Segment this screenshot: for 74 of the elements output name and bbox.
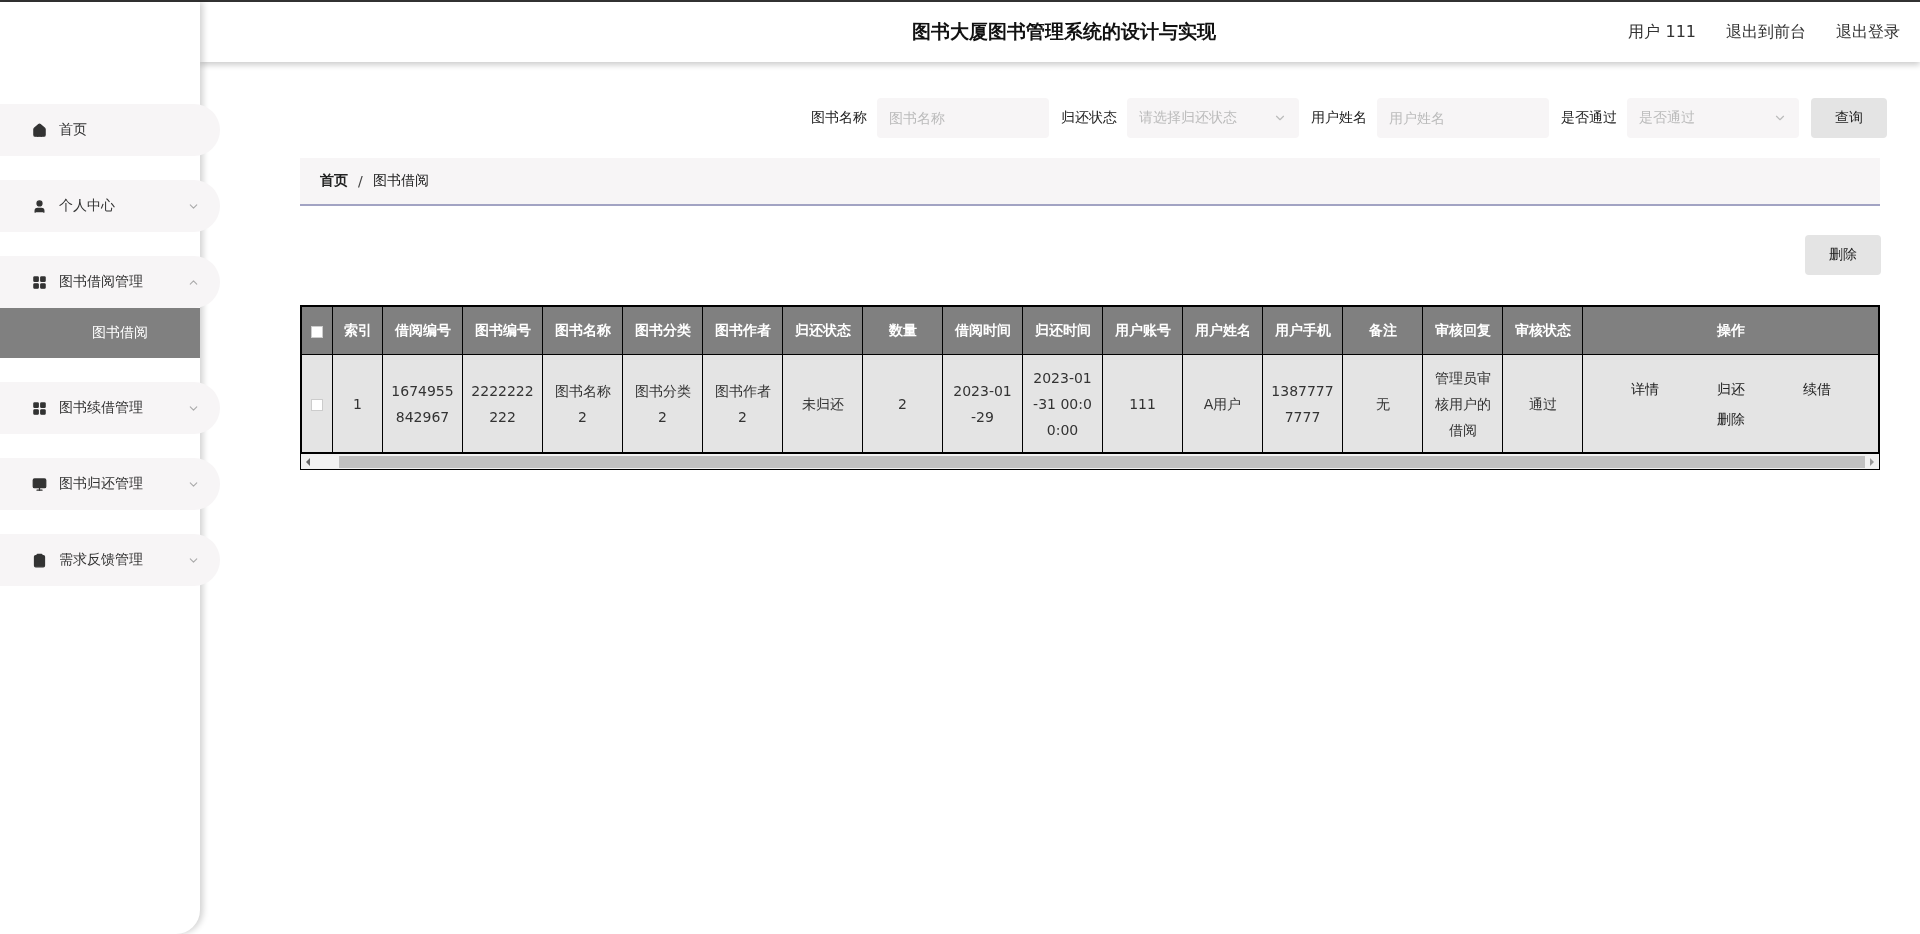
field-label: 图书名称 — [811, 109, 867, 127]
column-header: 借阅时间 — [942, 306, 1023, 355]
column-header: 审核回复 — [1422, 306, 1503, 355]
table-cell: 通过 — [1502, 354, 1583, 453]
field-label: 归还状态 — [1061, 109, 1117, 127]
sidebar-item[interactable]: 首页 — [0, 104, 220, 156]
horizontal-scrollbar[interactable] — [301, 453, 1879, 469]
column-header: 用户手机 — [1262, 306, 1343, 355]
field-label: 用户姓名 — [1311, 109, 1367, 127]
column-header: 操作 — [1582, 306, 1879, 355]
monitor-icon — [32, 476, 47, 492]
home-icon — [32, 122, 47, 138]
table-cell: 图书分类2 — [622, 354, 703, 453]
table-cell: 111 — [1102, 354, 1183, 453]
sidebar-item-label: 需求反馈管理 — [59, 551, 144, 569]
header-link[interactable]: 用户 111 — [1628, 21, 1696, 43]
grid-icon — [32, 274, 47, 290]
column-header: 备注 — [1342, 306, 1423, 355]
table-cell: 未归还 — [782, 354, 863, 453]
column-header: 用户姓名 — [1182, 306, 1263, 355]
column-header: 图书编号 — [462, 306, 543, 355]
submenu-item[interactable]: 图书借阅 — [0, 308, 200, 358]
breadcrumb-separator: / — [358, 173, 363, 189]
table-cell: 2023-01-31 00:00:00 — [1022, 354, 1103, 453]
breadcrumb-item[interactable]: 首页 — [320, 172, 348, 190]
column-header: 用户账号 — [1102, 306, 1183, 355]
sidebar-item[interactable]: 图书续借管理 — [0, 382, 220, 434]
sidebar-item-label: 首页 — [59, 121, 88, 139]
user-icon — [32, 198, 47, 214]
table-cell: 13877777777 — [1262, 354, 1343, 453]
action-link[interactable]: 详情 — [1601, 378, 1688, 399]
table-cell: 无 — [1342, 354, 1423, 453]
table-cell: 1674955842967 — [382, 354, 463, 453]
action-link[interactable]: 删除 — [1687, 408, 1774, 429]
table-cell: 图书作者2 — [702, 354, 783, 453]
table-cell: 管理员审核用户的借阅 — [1422, 354, 1503, 453]
sidebar-item-label: 图书归还管理 — [59, 475, 144, 493]
column-header: 借阅编号 — [382, 306, 463, 355]
sidebar-item[interactable]: 图书借阅管理 — [0, 256, 220, 308]
sidebar-item-label: 个人中心 — [59, 197, 116, 215]
select-all-checkbox[interactable] — [311, 325, 323, 338]
clipboard-icon — [32, 552, 47, 568]
column-header: 归还状态 — [782, 306, 863, 355]
action-link[interactable]: 续借 — [1773, 378, 1860, 399]
sidebar-item[interactable]: 图书归还管理 — [0, 458, 220, 510]
header-link[interactable]: 退出到前台 — [1726, 21, 1806, 43]
row-checkbox[interactable] — [311, 398, 323, 411]
header-link[interactable]: 退出登录 — [1836, 21, 1900, 43]
column-header: 图书分类 — [622, 306, 703, 355]
sidebar-item-label: 图书借阅管理 — [59, 273, 144, 291]
table-cell: 2 — [862, 354, 943, 453]
sidebar-item[interactable]: 个人中心 — [0, 180, 220, 232]
column-header: 索引 — [332, 306, 383, 355]
column-header: 图书名称 — [542, 306, 623, 355]
input-field[interactable]: 用户姓名 — [1377, 98, 1549, 138]
input-field[interactable]: 图书名称 — [877, 98, 1049, 138]
search-button[interactable]: 查询 — [1811, 98, 1887, 138]
table-cell: 图书名称2 — [542, 354, 623, 453]
table-cell: A用户 — [1182, 354, 1263, 453]
table-cell: 2222222222 — [462, 354, 543, 453]
table-cell: 2023-01-29 — [942, 354, 1023, 453]
field-label: 是否通过 — [1561, 109, 1617, 127]
table-cell: 1 — [332, 354, 383, 453]
grid-icon — [32, 400, 47, 416]
sidebar-item[interactable]: 需求反馈管理 — [0, 534, 220, 586]
sidebar-item-label: 图书续借管理 — [59, 399, 144, 417]
breadcrumb-item: 图书借阅 — [372, 172, 429, 190]
delete-button[interactable]: 删除 — [1805, 235, 1881, 275]
column-header: 图书作者 — [702, 306, 783, 355]
column-header: 审核状态 — [1502, 306, 1583, 355]
app-title: 图书大厦图书管理系统的设计与实现 — [911, 19, 1218, 44]
column-header: 数量 — [862, 306, 943, 355]
action-link[interactable]: 归还 — [1687, 378, 1774, 399]
column-header: 归还时间 — [1022, 306, 1103, 355]
